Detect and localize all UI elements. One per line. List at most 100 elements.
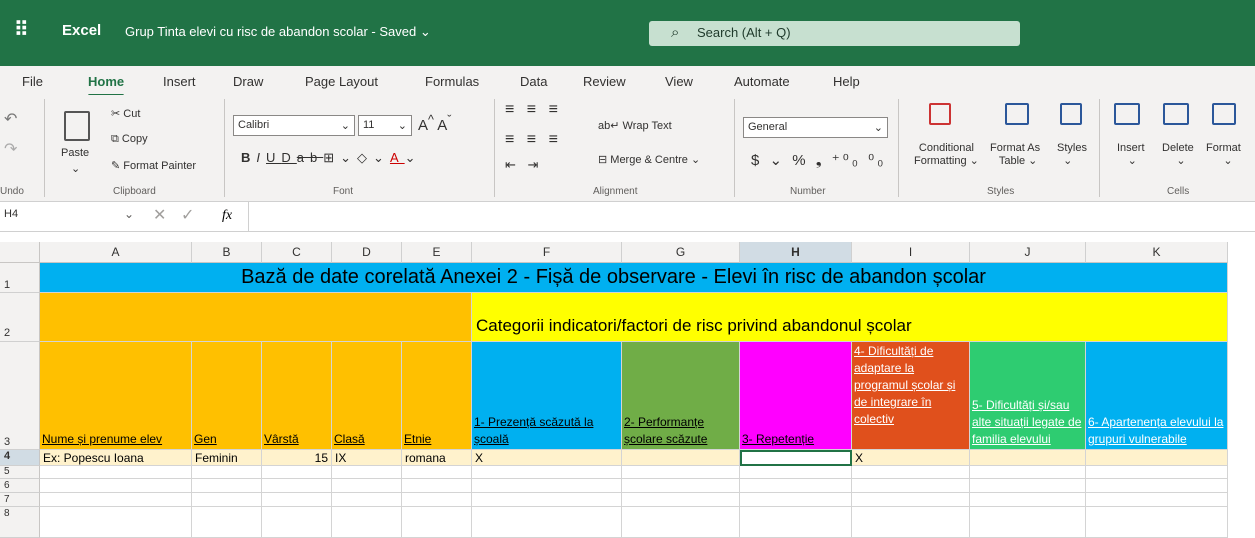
format-as-table-icon[interactable] bbox=[1005, 103, 1029, 125]
category-title-cell[interactable]: Categorii indicatori/factori de risc pri… bbox=[472, 293, 1228, 342]
cell[interactable] bbox=[40, 293, 472, 342]
header-cell[interactable]: Clasă bbox=[332, 342, 402, 450]
insert-button[interactable]: Insert ⌄ bbox=[1117, 142, 1145, 167]
header-cell[interactable]: Nume și prenume elev bbox=[40, 342, 192, 450]
cell[interactable]: X bbox=[852, 450, 970, 466]
cell[interactable] bbox=[332, 479, 402, 493]
cell[interactable]: Ex: Popescu Ioana bbox=[40, 450, 192, 466]
cell[interactable] bbox=[1086, 507, 1228, 538]
cell[interactable] bbox=[402, 466, 472, 479]
cell[interactable] bbox=[740, 466, 852, 479]
cell[interactable] bbox=[852, 507, 970, 538]
cell[interactable] bbox=[970, 479, 1086, 493]
cell[interactable] bbox=[1086, 466, 1228, 479]
column-header[interactable]: A bbox=[40, 242, 192, 263]
cell[interactable] bbox=[192, 493, 262, 507]
select-all-corner[interactable] bbox=[0, 242, 40, 263]
cell[interactable]: X bbox=[472, 450, 622, 466]
tab-view[interactable]: View bbox=[665, 74, 693, 89]
delete-button[interactable]: Delete ⌄ bbox=[1162, 142, 1194, 167]
header-cell[interactable]: 3- Repetenție bbox=[740, 342, 852, 450]
header-cell[interactable]: Gen bbox=[192, 342, 262, 450]
column-header[interactable]: F bbox=[472, 242, 622, 263]
row-header[interactable]: 6 bbox=[0, 479, 40, 493]
header-cell[interactable]: 4- Dificultăți de adaptare la programul … bbox=[852, 342, 970, 450]
chevron-down-icon[interactable]: ⌄ bbox=[71, 162, 80, 175]
undo-icon[interactable]: ↶ bbox=[4, 109, 17, 129]
cell[interactable] bbox=[262, 507, 332, 538]
format-button[interactable]: Format ⌄ bbox=[1206, 142, 1241, 167]
cancel-icon[interactable]: ✕ bbox=[153, 205, 166, 225]
cell[interactable] bbox=[622, 507, 740, 538]
wrap-text-button[interactable]: ab↵ Wrap Text bbox=[598, 119, 672, 132]
cell[interactable] bbox=[622, 479, 740, 493]
cell[interactable] bbox=[970, 450, 1086, 466]
align-left-icons[interactable]: ≡ ≡ ≡ bbox=[505, 131, 562, 149]
column-header[interactable]: K bbox=[1086, 242, 1228, 263]
font-size-dropdown[interactable]: 11 ⌄ bbox=[358, 115, 412, 136]
cell[interactable] bbox=[262, 479, 332, 493]
row-header[interactable]: 7 bbox=[0, 493, 40, 507]
row-header[interactable]: 5 bbox=[0, 466, 40, 479]
cell[interactable] bbox=[332, 466, 402, 479]
cell[interactable] bbox=[970, 493, 1086, 507]
redo-icon[interactable]: ↷ bbox=[4, 139, 17, 159]
column-header[interactable]: J bbox=[970, 242, 1086, 263]
cell[interactable] bbox=[852, 493, 970, 507]
number-format-icons[interactable]: $ ⌄ % ❟ ⁺⁰₀ ⁰₀ bbox=[751, 151, 886, 169]
cell-styles-icon[interactable] bbox=[1060, 103, 1082, 125]
cell[interactable] bbox=[332, 507, 402, 538]
cell[interactable] bbox=[402, 479, 472, 493]
cell-styles-button[interactable]: Styles ⌄ bbox=[1057, 142, 1087, 167]
header-cell[interactable]: 6- Apartenența elevului la grupuri vulne… bbox=[1086, 342, 1228, 450]
cell[interactable] bbox=[402, 507, 472, 538]
conditional-formatting-button[interactable]: Conditional Formatting ⌄ bbox=[914, 142, 979, 167]
cell[interactable] bbox=[1086, 493, 1228, 507]
cell[interactable]: 15 bbox=[262, 450, 332, 466]
header-cell[interactable]: 5- Dificultăți și/sau alte situații lega… bbox=[970, 342, 1086, 450]
search-box[interactable]: ⌕ Search (Alt + Q) bbox=[649, 21, 1020, 46]
chevron-down-icon[interactable]: ⌄ bbox=[124, 207, 134, 221]
tab-data[interactable]: Data bbox=[520, 74, 547, 89]
tab-draw[interactable]: Draw bbox=[233, 74, 263, 89]
cell[interactable] bbox=[622, 466, 740, 479]
tab-automate[interactable]: Automate bbox=[734, 74, 790, 89]
cell[interactable]: Feminin bbox=[192, 450, 262, 466]
spreadsheet-grid[interactable]: A B C D E F G H I J K 1 2 3 4 5 6 7 8 Ba… bbox=[0, 232, 1255, 538]
column-header[interactable]: C bbox=[262, 242, 332, 263]
cell[interactable]: IX bbox=[332, 450, 402, 466]
cell[interactable] bbox=[40, 479, 192, 493]
cell[interactable] bbox=[852, 479, 970, 493]
align-top-icons[interactable]: ≡ ≡ ≡ bbox=[505, 101, 562, 119]
paste-icon[interactable] bbox=[64, 111, 90, 141]
column-header[interactable]: E bbox=[402, 242, 472, 263]
format-painter-button[interactable]: ✎ Format Painter bbox=[111, 159, 196, 172]
cell[interactable] bbox=[40, 493, 192, 507]
enter-icon[interactable]: ✓ bbox=[181, 205, 194, 225]
font-format-toolbar[interactable]: BIUDab⊞⌄◇⌄A⌄ bbox=[241, 150, 422, 166]
delete-cells-icon[interactable] bbox=[1163, 103, 1189, 125]
cell[interactable] bbox=[622, 450, 740, 466]
cell[interactable] bbox=[192, 479, 262, 493]
cell[interactable]: romana bbox=[402, 450, 472, 466]
font-name-dropdown[interactable]: Calibri ⌄ bbox=[233, 115, 355, 136]
cell[interactable] bbox=[472, 466, 622, 479]
insert-cells-icon[interactable] bbox=[1114, 103, 1140, 125]
app-name[interactable]: Excel bbox=[62, 22, 101, 39]
header-cell[interactable]: Etnie bbox=[402, 342, 472, 450]
name-box[interactable]: H4 bbox=[4, 208, 144, 220]
copy-button[interactable]: ⧉ Copy bbox=[111, 133, 148, 146]
column-header[interactable]: I bbox=[852, 242, 970, 263]
selected-cell[interactable] bbox=[740, 450, 852, 466]
format-cells-icon[interactable] bbox=[1212, 103, 1236, 125]
cell[interactable] bbox=[740, 507, 852, 538]
paste-button[interactable]: Paste bbox=[61, 147, 89, 159]
header-cell[interactable]: 2- Performanțe școlare scăzute bbox=[622, 342, 740, 450]
format-as-table-button[interactable]: Format As Table ⌄ bbox=[990, 142, 1040, 167]
cell[interactable] bbox=[192, 466, 262, 479]
merge-centre-button[interactable]: ⊟ Merge & Centre ⌄ bbox=[598, 153, 700, 166]
tab-file[interactable]: File bbox=[22, 74, 43, 89]
conditional-formatting-icon[interactable] bbox=[929, 103, 951, 125]
cell[interactable] bbox=[472, 507, 622, 538]
cell[interactable] bbox=[192, 507, 262, 538]
